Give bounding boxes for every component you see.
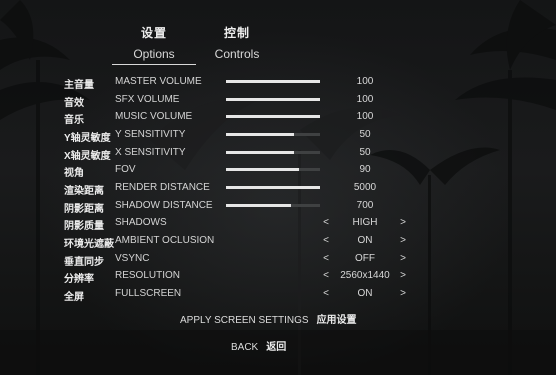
setting-label-en: MASTER VOLUME [115,76,202,87]
setting-value: 50 [359,129,371,140]
ambient-oclusion-next-arrow[interactable]: > [398,235,408,246]
tab-options-label-en: Options [112,47,196,65]
setting-label-en: SHADOW DISTANCE [115,200,213,211]
apply-label-zh: 应用设置 [316,315,357,326]
slider-fill [226,115,320,118]
setting-label-zh: 阴影质量 [64,221,104,232]
slider-fill [226,204,291,207]
settings-screen: 设置 Options 控制 Controls 主音量 MASTER VOLUME… [0,0,556,375]
setting-label-en: RENDER DISTANCE [115,182,210,193]
setting-value: ON [357,288,373,299]
vsync-next-arrow[interactable]: > [398,253,408,264]
tab-controls-label-zh: 控制 [223,26,250,40]
setting-row-x-sensitivity: X轴灵敏度 X SENSITIVITY 50 [0,145,556,162]
setting-row-sfx-volume: 音效 SFX VOLUME 100 [0,92,556,109]
setting-label-zh: 主音量 [64,80,94,91]
music-volume-slider[interactable] [226,115,320,118]
tab-controls-label-en: Controls [214,47,260,61]
setting-label-zh: 音乐 [64,115,84,126]
setting-label-zh: 分辨率 [64,274,94,285]
setting-label-zh: Y轴灵敏度 [64,133,111,144]
setting-row-master-volume: 主音量 MASTER VOLUME 100 [0,74,556,91]
shadows-prev-arrow[interactable]: < [321,217,331,228]
shadows-next-arrow[interactable]: > [398,217,408,228]
back-label-zh: 返回 [266,342,287,353]
setting-value: 90 [359,164,371,175]
tab-controls[interactable]: 控制 Controls [205,24,269,61]
setting-value: 2560x1440 [340,270,390,281]
setting-label-zh: 垂直同步 [64,257,104,268]
setting-value: 100 [356,94,374,105]
fullscreen-prev-arrow[interactable]: < [321,288,331,299]
setting-value: HIGH [352,217,378,228]
setting-label-zh: 环境光遮蔽 [64,239,114,250]
x-sensitivity-slider[interactable] [226,151,320,154]
y-sensitivity-slider[interactable] [226,133,320,136]
setting-value: ON [357,235,373,246]
tab-options-label-zh: 设置 [140,26,167,40]
tab-options[interactable]: 设置 Options [112,24,196,65]
resolution-prev-arrow[interactable]: < [321,270,331,281]
setting-label-en: RESOLUTION [115,270,181,281]
setting-row-fov: 视角 FOV 90 [0,162,556,179]
back-button[interactable]: BACK 返回 [231,338,286,353]
setting-label-en: SFX VOLUME [115,94,180,105]
slider-fill [226,151,294,154]
shadow-distance-slider[interactable] [226,204,320,207]
setting-row-shadows: 阴影质量 SHADOWS < HIGH > [0,215,556,232]
setting-row-resolution: 分辨率 RESOLUTION < 2560x1440 > [0,268,556,285]
setting-label-zh: 音效 [64,98,84,109]
setting-label-en: SHADOWS [115,217,167,228]
slider-fill [226,186,320,189]
resolution-next-arrow[interactable]: > [398,270,408,281]
setting-label-zh: 阴影距离 [64,204,104,215]
setting-value: 100 [356,111,374,122]
setting-value: 50 [359,147,371,158]
setting-value: 100 [356,76,374,87]
setting-label-en: VSYNC [115,253,150,264]
setting-row-shadow-distance: 阴影距离 SHADOW DISTANCE 700 [0,198,556,215]
apply-label-en: APPLY SCREEN SETTINGS [180,315,309,326]
render-distance-slider[interactable] [226,186,320,189]
setting-row-y-sensitivity: Y轴灵敏度 Y SENSITIVITY 50 [0,127,556,144]
slider-fill [226,168,300,171]
setting-row-fullscreen: 全屏 FULLSCREEN < ON > [0,286,556,303]
setting-label-zh: 全屏 [64,292,84,303]
slider-fill [226,80,320,83]
setting-label-en: FULLSCREEN [115,288,182,299]
setting-value: 700 [356,200,374,211]
setting-value: OFF [355,253,375,264]
back-label-en: BACK [231,342,259,353]
setting-label-zh: 视角 [64,168,84,179]
setting-row-music-volume: 音乐 MUSIC VOLUME 100 [0,109,556,126]
setting-label-en: MUSIC VOLUME [115,111,193,122]
setting-value: 5000 [353,182,377,193]
vsync-prev-arrow[interactable]: < [321,253,331,264]
setting-label-en: FOV [115,164,136,175]
slider-fill [226,133,294,136]
setting-label-zh: 渲染距离 [64,186,104,197]
fov-slider[interactable] [226,168,320,171]
setting-row-vsync: 垂直同步 VSYNC < OFF > [0,251,556,268]
setting-label-en: AMBIENT OCLUSION [115,235,215,246]
sfx-volume-slider[interactable] [226,98,320,101]
apply-screen-settings-button[interactable]: APPLY SCREEN SETTINGS 应用设置 [180,311,357,326]
setting-label-zh: X轴灵敏度 [64,151,111,162]
ambient-oclusion-prev-arrow[interactable]: < [321,235,331,246]
setting-label-en: Y SENSITIVITY [115,129,186,140]
setting-row-ambient-oclusion: 环境光遮蔽 AMBIENT OCLUSION < ON > [0,233,556,250]
setting-row-render-distance: 渲染距离 RENDER DISTANCE 5000 [0,180,556,197]
setting-label-en: X SENSITIVITY [115,147,186,158]
fullscreen-next-arrow[interactable]: > [398,288,408,299]
slider-fill [226,98,320,101]
master-volume-slider[interactable] [226,80,320,83]
